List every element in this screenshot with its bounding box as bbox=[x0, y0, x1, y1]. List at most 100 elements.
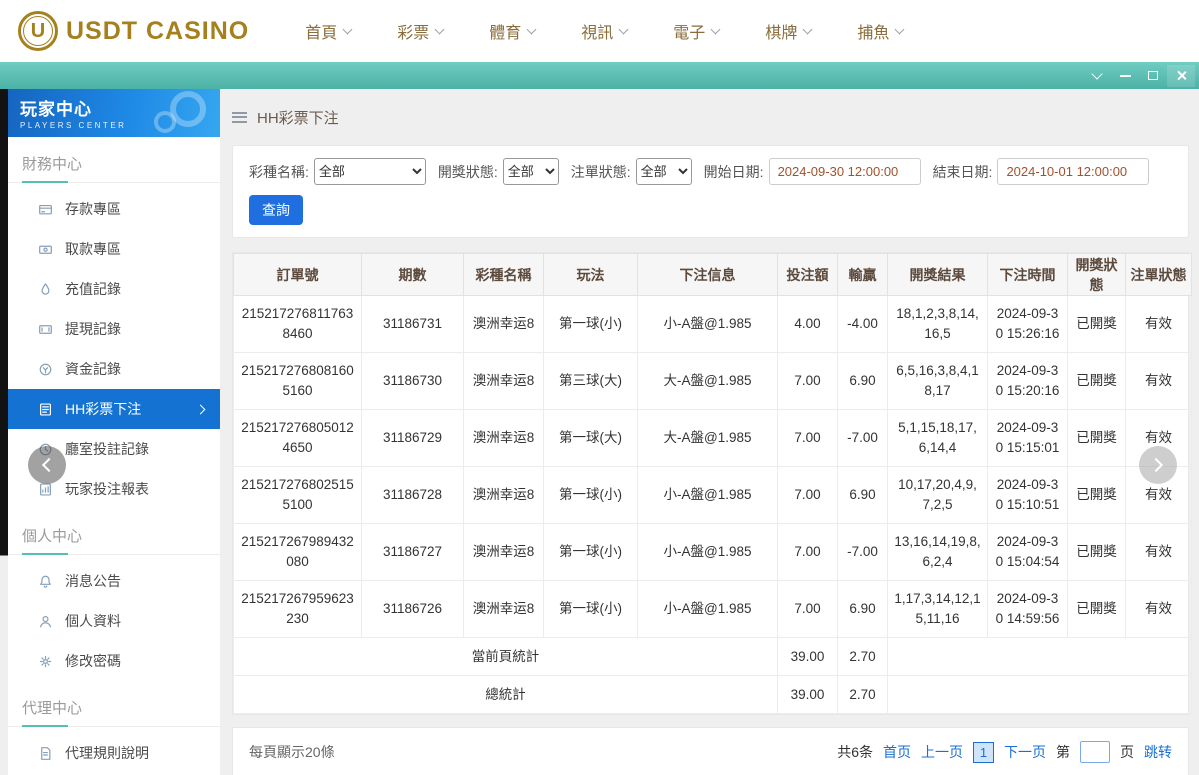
col-header-period: 期數 bbox=[361, 253, 464, 296]
main-nav: 首頁 彩票 體育 視訊 電子 棋牌 捕魚 bbox=[305, 19, 905, 43]
sidebar-header: 玩家中心 PLAYERS CENTER bbox=[8, 89, 220, 137]
cell-play-type: 第三球(大) bbox=[543, 352, 638, 410]
summary-bet-amount: 39.00 bbox=[777, 675, 838, 714]
summary-empty bbox=[887, 637, 1192, 676]
draw-status-select[interactable]: 全部 bbox=[502, 158, 559, 185]
close-icon bbox=[1176, 70, 1187, 81]
deposit-icon bbox=[38, 202, 53, 217]
sidebar-item[interactable]: 代理規則說明 bbox=[8, 733, 220, 773]
bell-icon bbox=[38, 574, 53, 589]
cell-play-type: 第一球(小) bbox=[543, 295, 638, 353]
next-page-link[interactable]: 下一页 bbox=[1004, 742, 1046, 762]
pagination-controls: 共6条 首页 上一页 1 下一页 第 页 跳转 bbox=[837, 741, 1172, 763]
summary-bet-amount: 39.00 bbox=[777, 637, 838, 676]
cell-play-type: 第一球(小) bbox=[543, 523, 638, 581]
jump-prefix: 第 bbox=[1056, 744, 1070, 760]
sidebar-item[interactable]: 取款專區 bbox=[8, 229, 220, 269]
cell-order-no: 2152172768081605160 bbox=[233, 352, 362, 410]
cell-order-status: 有效 bbox=[1125, 580, 1192, 638]
end-date-input[interactable] bbox=[997, 158, 1150, 185]
cell-bet-time: 2024-09-30 15:10:51 bbox=[987, 466, 1068, 524]
window-titlebar bbox=[0, 62, 1199, 89]
nav-item-6[interactable]: 棋牌 bbox=[765, 19, 813, 43]
sidebar-item-active[interactable]: HH彩票下注 bbox=[8, 389, 220, 429]
cell-play-type: 第一球(大) bbox=[543, 409, 638, 467]
start-date-input[interactable] bbox=[768, 158, 921, 185]
decor-circle bbox=[154, 111, 176, 133]
bets-table-card: 訂單號 期數 彩種名稱 玩法 下注信息 投注額 輸贏 開獎結果 下注時間 開獎狀態 注單狀態 215… bbox=[232, 252, 1192, 715]
carousel-prev-button[interactable] bbox=[28, 446, 66, 484]
order-status-label: 注單狀態: bbox=[570, 163, 631, 180]
bets-table: 訂單號 期數 彩種名稱 玩法 下注信息 投注額 輸贏 開獎結果 下注時間 開獎狀態 注單狀態 215… bbox=[233, 253, 1192, 714]
carousel-next-button[interactable] bbox=[1139, 446, 1177, 484]
cell-order-status: 有效 bbox=[1125, 295, 1192, 353]
col-header-bet-info: 下注信息 bbox=[637, 253, 778, 296]
app-window: U USDT CASINO 首頁 彩票 體育 視訊 電子 棋牌 捕魚 玩家中心 PLAYER… bbox=[0, 0, 1199, 775]
nav-item-5[interactable]: 電子 bbox=[673, 19, 721, 43]
cell-order-no: 2152172768025155100 bbox=[233, 466, 362, 524]
col-header-order-no: 訂單號 bbox=[233, 253, 362, 296]
sidebar-item[interactable]: 充值記錄 bbox=[8, 269, 220, 309]
cell-draw-result: 1,17,3,14,12,15,11,16 bbox=[887, 580, 988, 638]
search-button[interactable]: 查詢 bbox=[249, 195, 303, 225]
col-header-win-loss: 輸贏 bbox=[837, 253, 888, 296]
breadcrumb: HH彩票下注 bbox=[232, 89, 1189, 145]
cell-lottery-name: 澳洲幸运8 bbox=[463, 523, 544, 581]
table-row: 2152172768081605160 31186730 澳洲幸运8 第三球(大) 大-… bbox=[233, 352, 1192, 410]
cell-order-no: 215217267989432080 bbox=[233, 523, 362, 581]
cell-draw-status: 已開獎 bbox=[1067, 523, 1126, 581]
lottery-name-select[interactable]: 全部 bbox=[313, 158, 426, 185]
cell-lottery-name: 澳洲幸运8 bbox=[463, 466, 544, 524]
minimize-button[interactable] bbox=[1111, 65, 1139, 87]
site-header: U USDT CASINO 首頁 彩票 體育 視訊 電子 棋牌 捕魚 bbox=[0, 0, 1199, 62]
nav-item-3[interactable]: 體育 bbox=[489, 19, 537, 43]
jump-button[interactable]: 跳转 bbox=[1144, 742, 1172, 762]
nav-item-1[interactable]: 首頁 bbox=[305, 19, 353, 43]
sidebar-item[interactable]: 存款專區 bbox=[8, 189, 220, 229]
funds-icon bbox=[38, 362, 53, 377]
sidebar-item[interactable]: 資金記錄 bbox=[8, 349, 220, 389]
cell-bet-info: 小-A盤@1.985 bbox=[637, 523, 778, 581]
page-jump-input[interactable] bbox=[1080, 741, 1110, 763]
nav-item-2[interactable]: 彩票 bbox=[397, 19, 445, 43]
cell-order-no: 2152172768050124650 bbox=[233, 409, 362, 467]
prev-page-link[interactable]: 上一页 bbox=[921, 742, 963, 762]
menu-icon[interactable] bbox=[232, 111, 247, 123]
table-row: 2152172768025155100 31186728 澳洲幸运8 第一球(小) 小-… bbox=[233, 466, 1192, 524]
cell-play-type: 第一球(小) bbox=[543, 580, 638, 638]
cell-bet-info: 大-A盤@1.985 bbox=[637, 352, 778, 410]
cell-order-status: 有效 bbox=[1125, 352, 1192, 410]
current-page[interactable]: 1 bbox=[973, 741, 994, 763]
order-status-select[interactable]: 全部 bbox=[635, 158, 692, 185]
cell-win-loss: -7.00 bbox=[837, 523, 888, 581]
maximize-button[interactable] bbox=[1139, 65, 1167, 87]
cell-win-loss: 6.90 bbox=[837, 352, 888, 410]
sidebar-item[interactable]: 消息公告 bbox=[8, 561, 220, 601]
sidebar-item-label: 修改密碼 bbox=[65, 653, 121, 669]
summary-empty bbox=[887, 675, 1192, 714]
chevron-down-icon bbox=[342, 24, 353, 34]
close-button[interactable] bbox=[1167, 64, 1195, 87]
cell-bet-info: 大-A盤@1.985 bbox=[637, 409, 778, 467]
sidebar: 玩家中心 PLAYERS CENTER 財務中心 存款專區 取款專區 充值記錄 提現記錄… bbox=[8, 89, 220, 775]
nav-item-7[interactable]: 捕魚 bbox=[857, 19, 905, 43]
cell-bet-info: 小-A盤@1.985 bbox=[637, 466, 778, 524]
logo: U USDT CASINO bbox=[18, 11, 249, 51]
sidebar-item-label: 玩家投注報表 bbox=[65, 481, 149, 497]
summary-label: 當前頁統計 bbox=[233, 637, 778, 676]
filter-panel: 彩種名稱: 全部 開獎狀態: 全部 注單狀態: 全部 開始日期: 2024-09… bbox=[232, 145, 1189, 238]
user-icon bbox=[38, 614, 53, 629]
cell-win-loss: -7.00 bbox=[837, 409, 888, 467]
logo-icon: U bbox=[18, 11, 58, 51]
recharge-icon bbox=[38, 282, 53, 297]
chevron-down-button[interactable] bbox=[1083, 65, 1111, 87]
first-page-link[interactable]: 首页 bbox=[883, 742, 911, 762]
chevron-down-icon bbox=[710, 24, 721, 34]
cell-draw-result: 6,5,16,3,8,4,18,17 bbox=[887, 352, 988, 410]
sidebar-item[interactable]: 修改密碼 bbox=[8, 641, 220, 681]
sidebar-item[interactable]: 個人資料 bbox=[8, 601, 220, 641]
nav-item-4[interactable]: 視訊 bbox=[581, 19, 629, 43]
content-area: 玩家中心 PLAYERS CENTER 財務中心 存款專區 取款專區 充值記錄 提現記錄… bbox=[0, 89, 1199, 775]
sidebar-item-label: 取款專區 bbox=[65, 241, 121, 257]
sidebar-item[interactable]: 提現記錄 bbox=[8, 309, 220, 349]
